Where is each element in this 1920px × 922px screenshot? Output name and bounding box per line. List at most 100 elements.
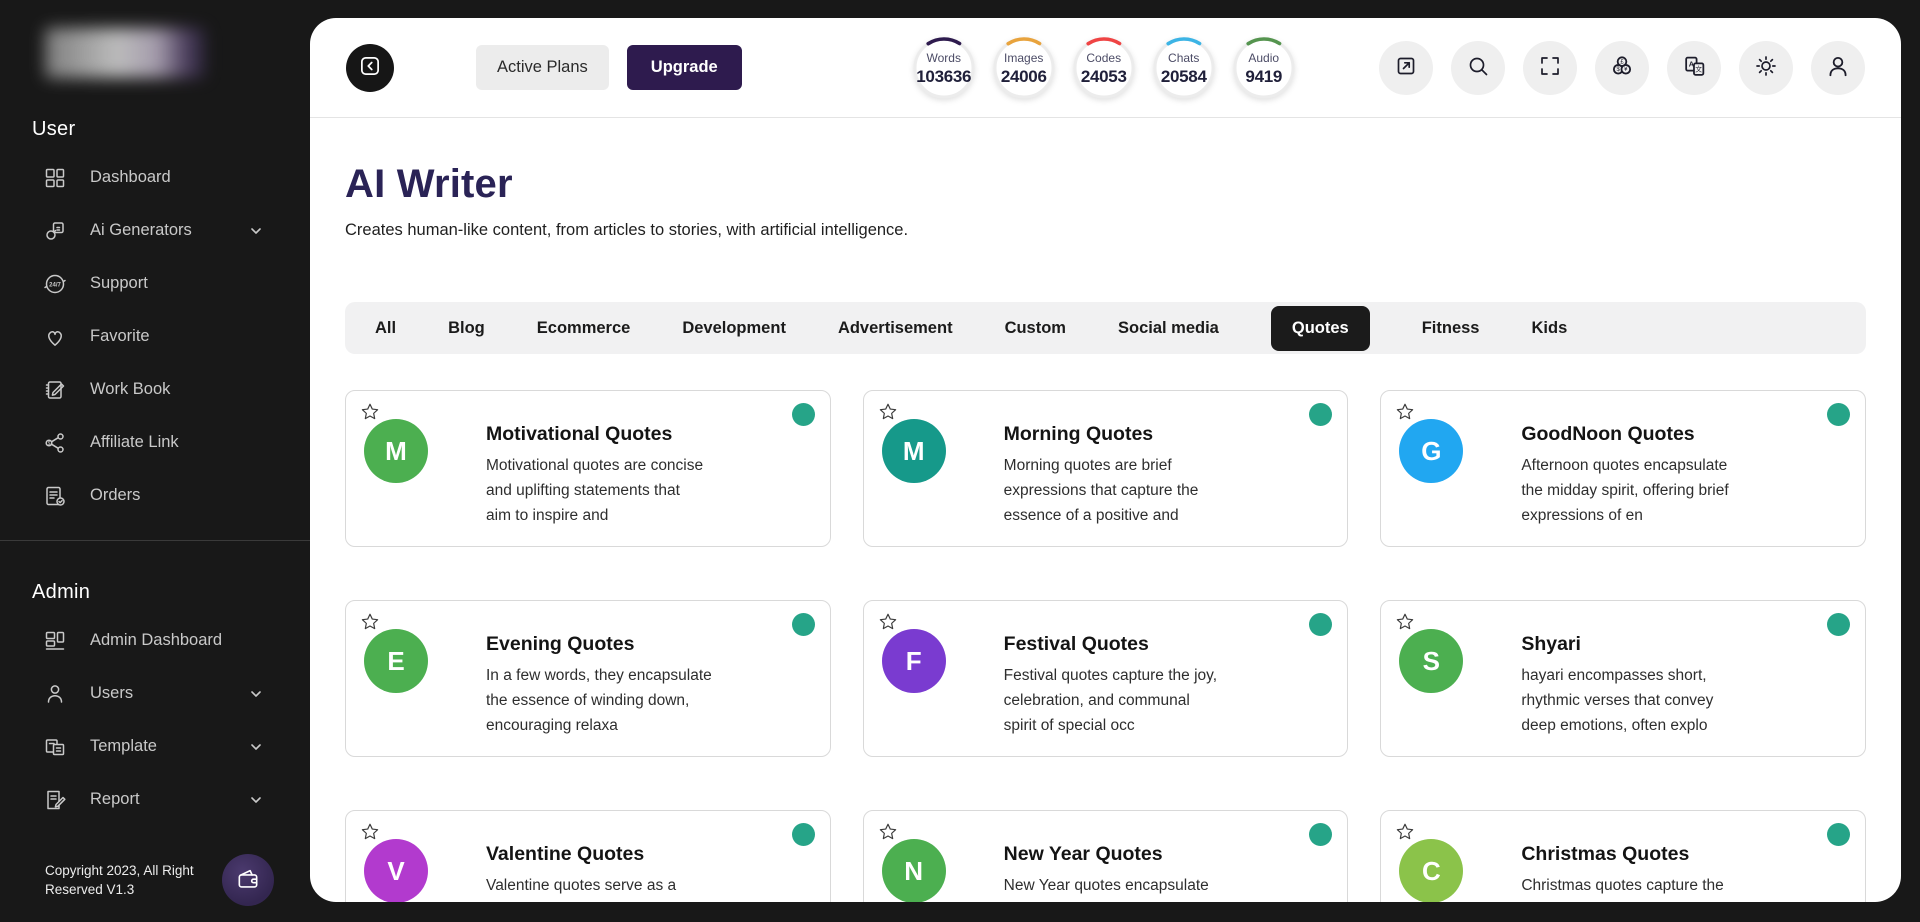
currency-button[interactable]: £$¥	[1595, 41, 1649, 95]
search-button[interactable]	[1451, 41, 1505, 95]
collapse-sidebar-button[interactable]	[346, 44, 394, 92]
desc-line: aim to inspire and	[486, 504, 703, 529]
sidebar-item-support[interactable]: 24/7 Support	[0, 257, 310, 310]
stat-value: 9419	[1232, 67, 1296, 87]
status-dot	[792, 823, 815, 846]
sidebar-item-users[interactable]: Users	[0, 667, 310, 720]
sidebar-section-admin: Admin	[32, 581, 310, 604]
app-logo	[45, 28, 205, 78]
stat-chats: Chats 20584	[1152, 36, 1216, 100]
desc-line: New Year quotes encapsulate	[1004, 874, 1209, 899]
avatar: N	[882, 839, 946, 902]
card-body: M Motivational Quotes Motivational quote…	[346, 391, 830, 528]
favorite-star-icon[interactable]	[359, 401, 381, 428]
card-description: Valentine quotes serve as a	[486, 874, 676, 899]
sidebar-item-report[interactable]: Report	[0, 773, 310, 826]
upgrade-button[interactable]: Upgrade	[627, 45, 742, 90]
card-shyari[interactable]: S Shyari hayari encompasses short, rhyth…	[1380, 600, 1866, 757]
sidebar-item-ai-generators[interactable]: Ai Generators	[0, 204, 310, 257]
tab-kids[interactable]: Kids	[1532, 319, 1568, 338]
sidebar-item-work-book[interactable]: Work Book	[0, 363, 310, 416]
tab-social-media[interactable]: Social media	[1118, 319, 1219, 338]
favorite-star-icon[interactable]	[877, 401, 899, 428]
tab-blog[interactable]: Blog	[448, 319, 485, 338]
stat-label: Images	[992, 51, 1056, 65]
category-tabs: All Blog Ecommerce Development Advertise…	[345, 302, 1866, 354]
card-title: New Year Quotes	[1004, 843, 1209, 866]
card-body: G GoodNoon Quotes Afternoon quotes encap…	[1381, 391, 1865, 528]
tab-fitness[interactable]: Fitness	[1422, 319, 1480, 338]
tab-all[interactable]: All	[375, 319, 396, 338]
sidebar-item-favorite[interactable]: Favorite	[0, 310, 310, 363]
card-body: V Valentine Quotes Valentine quotes serv…	[346, 811, 830, 902]
stat-value: 103636	[912, 67, 976, 87]
card-valentine-quotes[interactable]: V Valentine Quotes Valentine quotes serv…	[345, 810, 831, 902]
orders-icon	[42, 483, 68, 509]
chevron-down-icon	[248, 686, 264, 702]
card-text: Christmas Quotes Christmas quotes captur…	[1521, 839, 1723, 902]
tab-custom[interactable]: Custom	[1005, 319, 1066, 338]
card-description: In a few words, they encapsulate the ess…	[486, 664, 712, 738]
stat-label: Chats	[1152, 51, 1216, 65]
favorite-star-icon[interactable]	[877, 821, 899, 848]
active-plans-button[interactable]: Active Plans	[476, 45, 609, 90]
sidebar-item-template[interactable]: Template	[0, 720, 310, 773]
desc-line: Valentine quotes serve as a	[486, 874, 676, 899]
card-morning-quotes[interactable]: M Morning Quotes Morning quotes are brie…	[863, 390, 1349, 547]
avatar: G	[1399, 419, 1463, 483]
sidebar-item-admin-dashboard[interactable]: Admin Dashboard	[0, 614, 310, 667]
card-description: hayari encompasses short, rhythmic verse…	[1521, 664, 1713, 738]
status-dot	[792, 613, 815, 636]
sidebar-item-label: Users	[90, 684, 133, 703]
profile-button[interactable]	[1811, 41, 1865, 95]
card-christmas-quotes[interactable]: C Christmas Quotes Christmas quotes capt…	[1380, 810, 1866, 902]
favorite-star-icon[interactable]	[1394, 611, 1416, 638]
card-title: Festival Quotes	[1004, 633, 1217, 656]
favorite-star-icon[interactable]	[1394, 821, 1416, 848]
svg-text:文: 文	[1695, 64, 1702, 73]
card-title: Valentine Quotes	[486, 843, 676, 866]
card-goodnoon-quotes[interactable]: G GoodNoon Quotes Afternoon quotes encap…	[1380, 390, 1866, 547]
tab-quotes[interactable]: Quotes	[1271, 306, 1370, 351]
desc-line: deep emotions, often explo	[1521, 714, 1713, 739]
card-title: GoodNoon Quotes	[1521, 423, 1728, 446]
card-description: Festival quotes capture the joy, celebra…	[1004, 664, 1217, 738]
tab-advertisement[interactable]: Advertisement	[838, 319, 953, 338]
fullscreen-button[interactable]	[1523, 41, 1577, 95]
theme-toggle-button[interactable]	[1739, 41, 1793, 95]
card-new-year-quotes[interactable]: N New Year Quotes New Year quotes encaps…	[863, 810, 1349, 902]
chevron-down-icon	[248, 792, 264, 808]
chevron-down-icon	[248, 223, 264, 239]
sidebar-item-label: Report	[90, 790, 140, 809]
avatar: C	[1399, 839, 1463, 902]
card-evening-quotes[interactable]: E Evening Quotes In a few words, they en…	[345, 600, 831, 757]
tab-development[interactable]: Development	[682, 319, 786, 338]
favorite-star-icon[interactable]	[359, 821, 381, 848]
sidebar-item-orders[interactable]: Orders	[0, 469, 310, 522]
currency-icon: £$¥	[1609, 53, 1635, 82]
avatar: S	[1399, 629, 1463, 693]
stat-label: Codes	[1072, 51, 1136, 65]
card-description: Christmas quotes capture the	[1521, 874, 1723, 899]
desc-line: Festival quotes capture the joy,	[1004, 664, 1217, 689]
card-festival-quotes[interactable]: F Festival Quotes Festival quotes captur…	[863, 600, 1349, 757]
desc-line: In a few words, they encapsulate	[486, 664, 712, 689]
status-dot	[1827, 823, 1850, 846]
sidebar-item-label: Template	[90, 737, 157, 756]
workbook-icon	[42, 377, 68, 403]
desc-line: expressions of en	[1521, 504, 1728, 529]
favorite-star-icon[interactable]	[1394, 401, 1416, 428]
translate-button[interactable]: A文	[1667, 41, 1721, 95]
favorite-star-icon[interactable]	[877, 611, 899, 638]
card-motivational-quotes[interactable]: M Motivational Quotes Motivational quote…	[345, 390, 831, 547]
tab-ecommerce[interactable]: Ecommerce	[537, 319, 631, 338]
sidebar-item-label: Affiliate Link	[90, 433, 179, 452]
sidebar-item-affiliate-link[interactable]: $ Affiliate Link	[0, 416, 310, 469]
sidebar-item-dashboard[interactable]: Dashboard	[0, 151, 310, 204]
usage-stats: Words 103636 Images 24006 Codes 24053 Ch…	[912, 36, 1296, 100]
favorite-star-icon[interactable]	[359, 611, 381, 638]
external-link-button[interactable]	[1379, 41, 1433, 95]
avatar: V	[364, 839, 428, 902]
template-icon	[42, 734, 68, 760]
wallet-button[interactable]	[222, 854, 274, 906]
